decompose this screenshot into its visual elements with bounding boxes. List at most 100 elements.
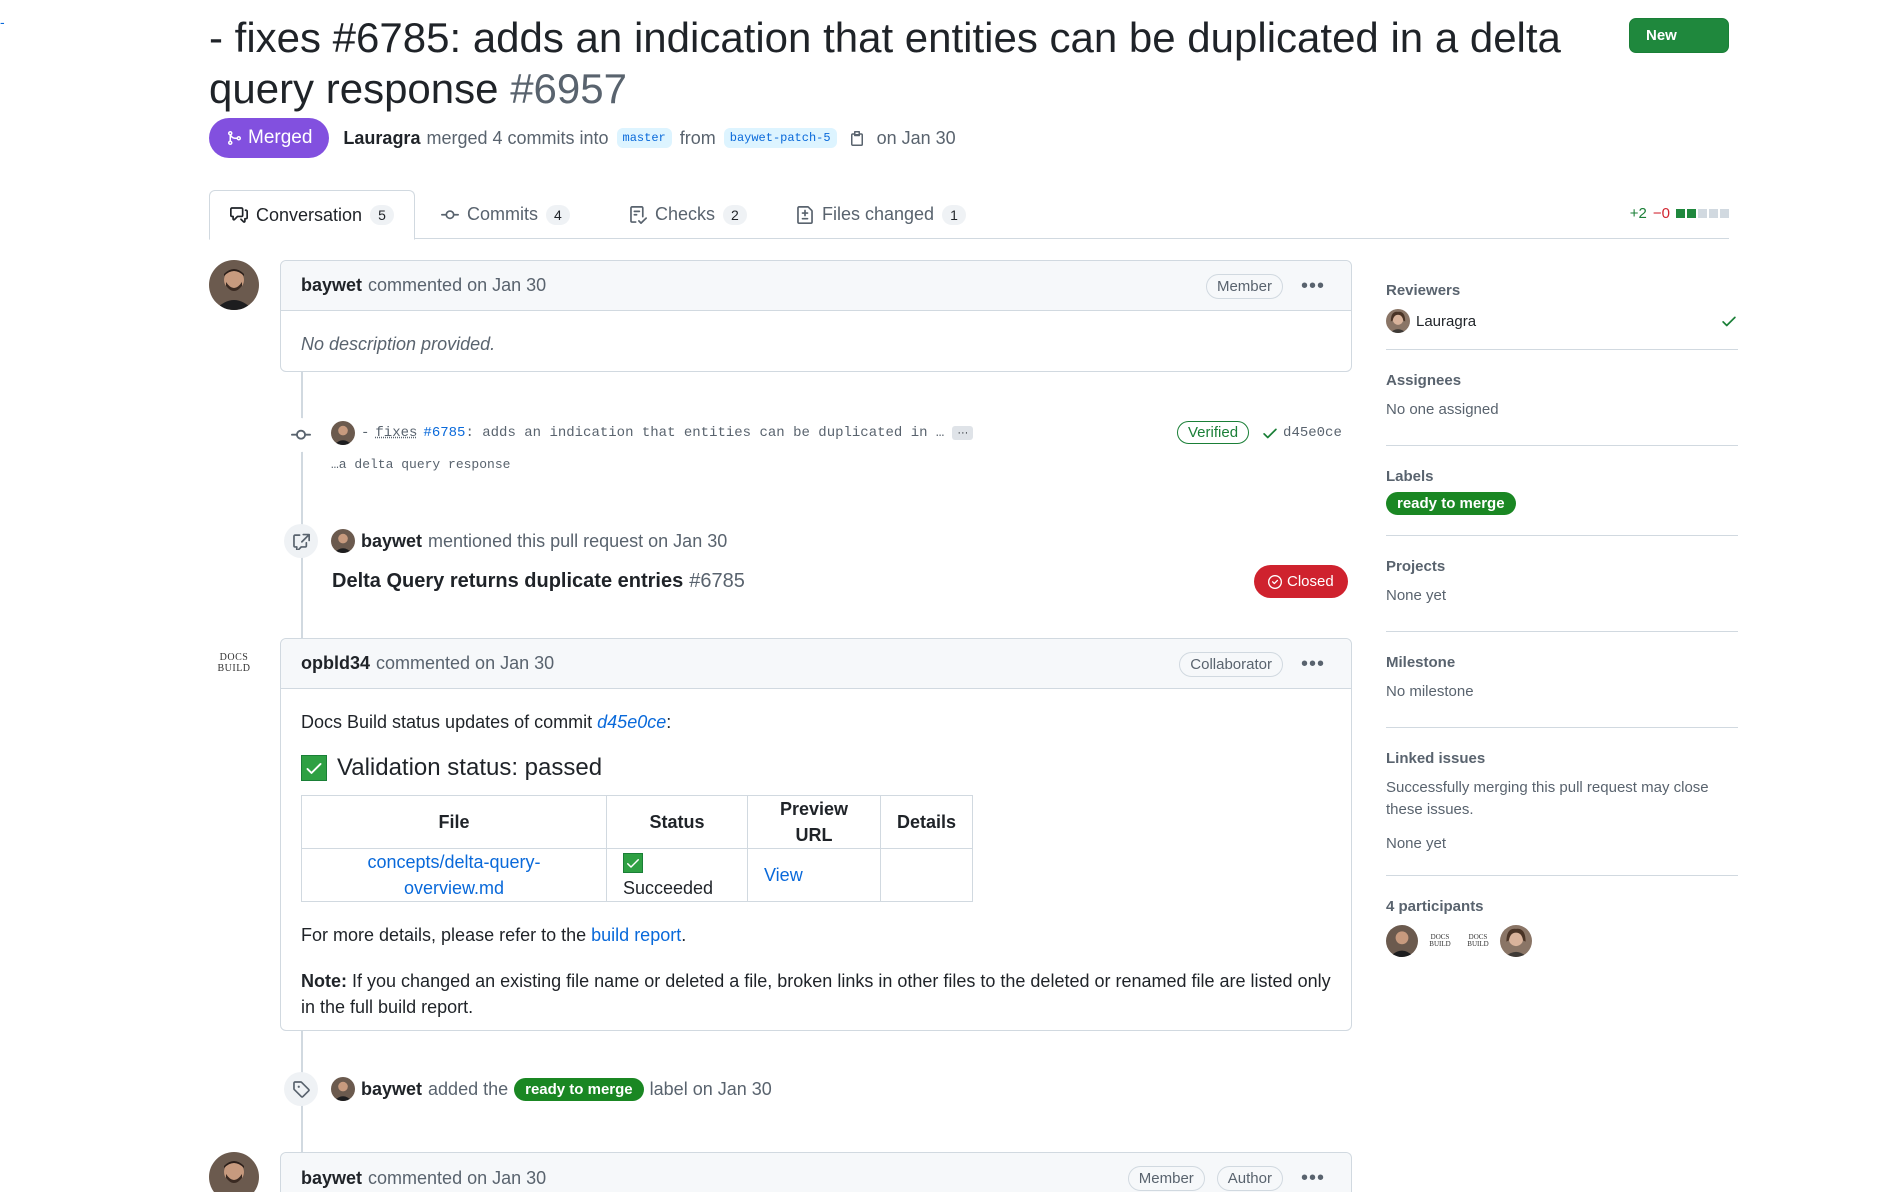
comment-timestamp[interactable]: commented on Jan 30: [368, 1168, 546, 1189]
expand-commit-button[interactable]: ···: [952, 426, 974, 440]
tab-conversation-label: Conversation: [256, 204, 363, 225]
more-details-period: .: [681, 925, 687, 945]
merger-link[interactable]: Lauragra: [343, 128, 420, 149]
mention-author[interactable]: baywet: [361, 531, 422, 552]
comment-author[interactable]: opbld34: [301, 653, 370, 674]
merge-text: merged 4 commits into: [426, 127, 609, 148]
participant-avatar[interactable]: DOCS BUILD: [1462, 925, 1494, 957]
avatar[interactable]: [331, 421, 355, 445]
head-branch[interactable]: baywet-patch-5: [723, 128, 837, 148]
build-report-link[interactable]: build report: [591, 925, 681, 945]
preview-link[interactable]: View: [764, 865, 803, 885]
sidebar-title[interactable]: Projects: [1386, 558, 1738, 575]
diffstat-blocks: [1676, 209, 1729, 218]
file-diff-icon: [797, 205, 813, 224]
status-text: Succeeded: [623, 878, 714, 898]
build-status-table: File Status Preview URL Details concepts…: [301, 795, 974, 902]
avatar[interactable]: [209, 1152, 259, 1192]
commit-message-continued: …a delta query response: [331, 457, 511, 472]
check-mark-icon: [301, 755, 327, 781]
comment-author[interactable]: baywet: [301, 275, 362, 296]
comment-header-actions: Member Author •••: [1127, 1153, 1331, 1192]
sidebar-title[interactable]: Labels: [1386, 468, 1738, 485]
pr-tabs: Conversation 5 Commits 4 Checks 2 Files …: [209, 190, 1729, 240]
mentioned-issue[interactable]: Delta Query returns duplicate entries #6…: [332, 570, 745, 593]
table-header: Status: [606, 795, 748, 849]
avatar[interactable]: [209, 260, 259, 310]
new-issue-button[interactable]: New issue: [1629, 18, 1729, 77]
sidebar-reviewers: Reviewers Lauragra: [1386, 268, 1738, 350]
kebab-menu-icon[interactable]: •••: [1295, 1167, 1331, 1190]
merge-date: on Jan 30: [876, 127, 956, 148]
stray-dash: -: [0, 14, 5, 30]
sidebar-linked-issues: Linked issues Successfully merging this …: [1386, 728, 1738, 876]
git-commit-icon: [441, 209, 459, 219]
comment-timestamp[interactable]: commented on Jan 30: [376, 653, 554, 674]
docs-intro-text: Docs Build status updates of commit: [301, 712, 593, 732]
comment-author[interactable]: baywet: [301, 1168, 362, 1189]
comment-header: opbld34 commented on Jan 30 Collaborator…: [281, 639, 1351, 689]
check-icon: [1722, 316, 1736, 327]
projects-text: None yet: [1386, 587, 1447, 604]
mentioned-issue-title[interactable]: Delta Query returns duplicate entries: [332, 570, 683, 593]
file-link[interactable]: concepts/delta-query-overview.md: [367, 852, 540, 898]
kebab-menu-icon[interactable]: •••: [1295, 275, 1331, 298]
commit-link[interactable]: d45e0ce: [597, 712, 666, 732]
validation-heading: Validation status: passed: [301, 755, 1331, 781]
commit-sha[interactable]: d45e0ce: [1283, 425, 1342, 441]
copy-icon[interactable]: [849, 130, 865, 146]
table-header: Preview URL: [747, 795, 881, 849]
docs-build-avatar[interactable]: DOCS BUILD: [209, 638, 259, 688]
sidebar-title[interactable]: Linked issues: [1386, 750, 1738, 767]
tab-files-changed-count: 1: [942, 204, 966, 225]
commit-issue-link[interactable]: #6785: [423, 425, 465, 441]
checklist-icon: [630, 205, 647, 224]
diffstat-block: [1720, 209, 1729, 218]
tab-commits[interactable]: Commits 4: [421, 190, 590, 239]
avatar[interactable]: [331, 1077, 355, 1101]
more-details-text: For more details, please refer to the: [301, 925, 587, 945]
sidebar-title[interactable]: Reviewers: [1386, 282, 1738, 299]
merged-label: Merged: [248, 127, 313, 148]
table-row: concepts/delta-query-overview.md Succeed…: [301, 848, 974, 902]
comment-timestamp[interactable]: commented on Jan 30: [368, 275, 546, 296]
commit-message[interactable]: : adds an indication that entities can b…: [465, 425, 944, 441]
docs-avatar-line1: DOCS: [219, 652, 249, 663]
table-cell-file: concepts/delta-query-overview.md: [301, 848, 607, 902]
sidebar-title[interactable]: Milestone: [1386, 654, 1738, 671]
diffstat: +2 −0: [1630, 205, 1729, 222]
table-cell-preview: View: [747, 848, 881, 902]
mention-text: mentioned this pull request on Jan 30: [428, 530, 728, 551]
pr-title-text: - fixes #6785: adds an indication that e…: [209, 14, 1561, 112]
sidebar-labels: Labels ready to merge: [1386, 446, 1738, 536]
sidebar-title[interactable]: Assignees: [1386, 372, 1738, 389]
tab-commits-label: Commits: [467, 204, 538, 224]
note-label: Note:: [301, 971, 347, 991]
assignees-text: No one assigned: [1386, 401, 1499, 418]
diffstat-block: [1676, 209, 1685, 218]
sidebar-participants: 4 participants DOCS BUILD DOCS BUILD: [1386, 876, 1738, 979]
diffstat-block: [1687, 209, 1696, 218]
participant-avatar[interactable]: [1500, 925, 1532, 957]
git-commit-icon: [284, 418, 318, 452]
avatar[interactable]: [331, 529, 355, 553]
label-event-author[interactable]: baywet: [361, 1079, 422, 1100]
tab-checks[interactable]: Checks 2: [609, 190, 767, 239]
linked-issues-desc: Successfully merging this pull request m…: [1386, 779, 1709, 818]
commit-fixes-word[interactable]: fixes: [375, 425, 417, 441]
closed-label: Closed: [1287, 573, 1334, 590]
linked-issues-text: None yet: [1386, 835, 1447, 852]
kebab-menu-icon[interactable]: •••: [1295, 653, 1331, 676]
participant-avatar[interactable]: DOCS BUILD: [1424, 925, 1456, 957]
reviewer[interactable]: Lauragra: [1386, 309, 1476, 333]
check-icon: [1263, 428, 1277, 438]
tab-conversation[interactable]: Conversation 5: [209, 190, 415, 240]
participant-avatar[interactable]: [1386, 925, 1418, 957]
sidebar-projects: Projects None yet: [1386, 536, 1738, 632]
comment-box: baywet commented on Jan 30 Member Author…: [280, 1152, 1352, 1192]
base-branch[interactable]: master: [616, 128, 672, 148]
tab-files-changed[interactable]: Files changed 1: [776, 190, 986, 239]
label-ready-to-merge[interactable]: ready to merge: [1386, 492, 1516, 515]
label-ready-to-merge[interactable]: ready to merge: [514, 1077, 644, 1101]
verified-badge[interactable]: Verified: [1177, 421, 1250, 444]
